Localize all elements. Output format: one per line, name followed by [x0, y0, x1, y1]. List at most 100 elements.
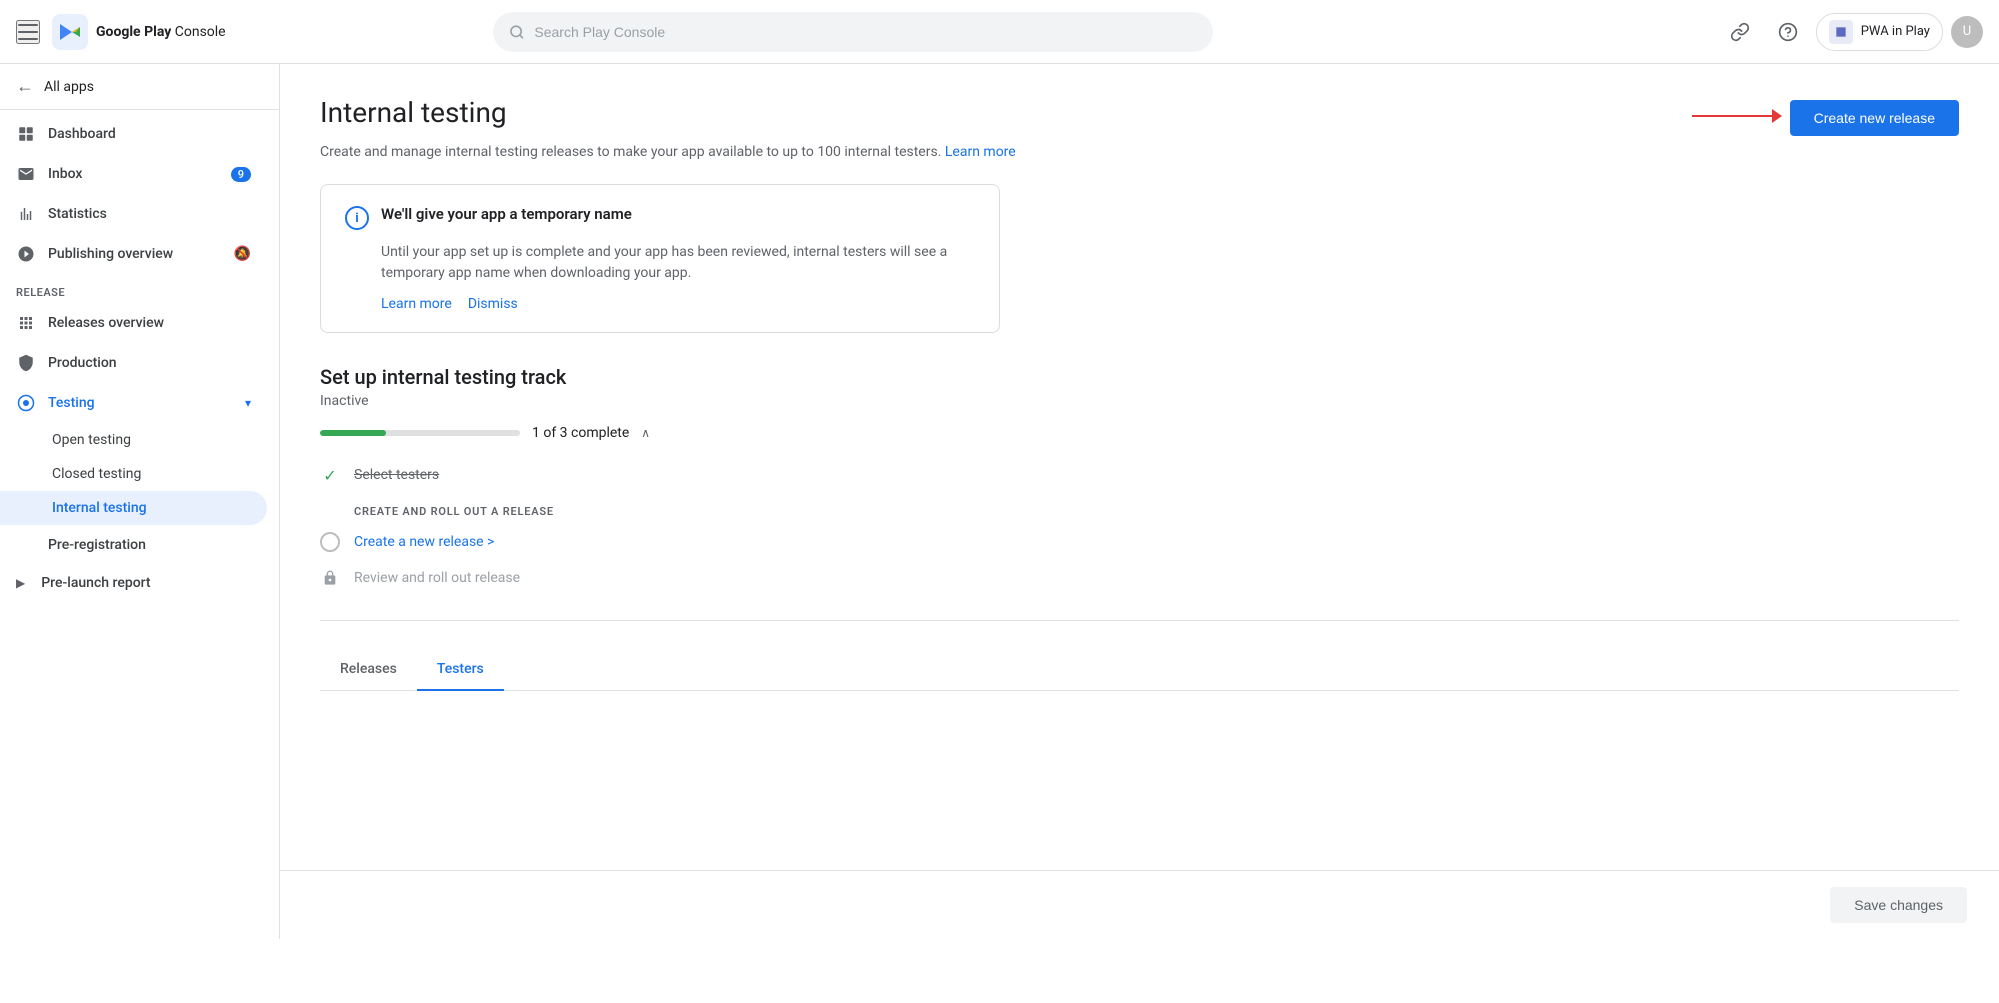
progress-bar-fill [320, 430, 386, 436]
step-item-select-testers: ✓ Select testers [320, 461, 1959, 489]
closed-testing-label: Closed testing [52, 466, 141, 482]
create-release-step-link[interactable]: Create a new release > [354, 534, 494, 550]
info-box: i We'll give your app a temporary name U… [320, 184, 1000, 333]
page-title: Internal testing [320, 96, 507, 129]
publishing-notif-icon: 🔕 [234, 246, 251, 262]
sidebar-inbox-label: Inbox [48, 166, 82, 182]
link-icon [1730, 22, 1750, 42]
inbox-badge: 9 [231, 167, 251, 182]
page-subtitle: Create and manage internal testing relea… [320, 144, 1959, 160]
sidebar-testing-label: Testing [48, 395, 95, 411]
release-section-label: Release [0, 274, 279, 303]
nav-right: PWA in Play U [1720, 12, 1983, 52]
info-dismiss-link[interactable]: Dismiss [468, 296, 518, 312]
step-label-create-release: Create a new release > [354, 534, 494, 550]
step-label-review-rollout: Review and roll out release [354, 570, 520, 586]
sidebar-sub-open-testing[interactable]: Open testing [0, 423, 267, 457]
setup-title: Set up internal testing track [320, 365, 1959, 389]
progress-bar [320, 430, 520, 436]
statistics-icon [16, 204, 36, 224]
progress-label: 1 of 3 complete [532, 425, 629, 441]
sidebar-item-statistics[interactable]: Statistics [0, 194, 267, 234]
releases-icon [16, 313, 36, 333]
section-divider [320, 620, 1959, 621]
logo-text: Google Play Console [96, 24, 226, 40]
bottom-bar: Save changes [280, 870, 1999, 939]
open-testing-label: Open testing [52, 432, 131, 448]
internal-testing-label: Internal testing [52, 500, 147, 516]
sidebar-item-inbox[interactable]: Inbox 9 [0, 154, 267, 194]
subtitle-learn-more-link[interactable]: Learn more [945, 144, 1016, 160]
sidebar-item-testing[interactable]: Testing ▾ [0, 383, 267, 423]
sidebar-item-pre-registration[interactable]: Pre-registration [0, 525, 267, 565]
step-lock-icon [320, 568, 340, 588]
progress-row: 1 of 3 complete ∧ [320, 425, 1959, 441]
create-rollout-label: CREATE AND ROLL OUT A RELEASE [320, 497, 1959, 520]
help-icon-button[interactable] [1768, 12, 1808, 52]
info-box-header: i We'll give your app a temporary name [345, 205, 975, 230]
search-bar[interactable] [493, 12, 1213, 52]
production-icon [16, 353, 36, 373]
step-circle-icon [320, 532, 340, 552]
hamburger-menu-button[interactable] [16, 20, 40, 44]
setup-status: Inactive [320, 393, 1959, 409]
create-new-release-button[interactable]: Create new release [1790, 100, 1959, 136]
pre-registration-label: Pre-registration [48, 537, 146, 553]
top-nav: Google Play Console PWA in Play [0, 0, 1999, 64]
app-chip-text: PWA in Play [1861, 24, 1930, 39]
info-box-actions: Learn more Dismiss [345, 296, 975, 312]
main-content: Internal testing Create new release Crea… [280, 64, 1999, 939]
back-arrow-icon: ← [16, 76, 34, 97]
step-item-review-rollout: Review and roll out release [320, 564, 1959, 592]
red-arrow [1692, 109, 1782, 123]
tab-testers[interactable]: Testers [417, 649, 504, 691]
sidebar: ← All apps Dashboard Inbox 9 Statistics … [0, 64, 280, 939]
search-icon [509, 24, 524, 40]
pre-launch-label: Pre-launch report [41, 575, 150, 591]
sidebar-publishing-label: Publishing overview [48, 246, 173, 262]
publishing-icon [16, 244, 36, 264]
sidebar-statistics-label: Statistics [48, 206, 107, 222]
testing-icon [16, 393, 36, 413]
page-header: Internal testing Create new release [320, 96, 1959, 136]
info-box-body: Until your app set up is complete and yo… [345, 242, 975, 284]
info-circle-icon: i [345, 206, 369, 230]
sidebar-item-production[interactable]: Production [0, 343, 267, 383]
info-learn-more-link[interactable]: Learn more [381, 296, 452, 312]
sidebar-dashboard-label: Dashboard [48, 126, 116, 142]
sidebar-item-pre-launch[interactable]: ▶ Pre-launch report [0, 565, 267, 601]
logo-link[interactable]: Google Play Console [52, 14, 226, 50]
create-release-wrapper: Create new release [1790, 96, 1959, 136]
sidebar-production-label: Production [48, 355, 117, 371]
pre-registration-icon [16, 535, 36, 555]
testing-chevron-icon: ▾ [245, 396, 251, 410]
link-icon-button[interactable] [1720, 12, 1760, 52]
tab-releases[interactable]: Releases [320, 649, 417, 691]
progress-chevron-icon[interactable]: ∧ [641, 426, 650, 440]
tabs-row: Releases Testers [320, 649, 1959, 691]
sidebar-item-dashboard[interactable]: Dashboard [0, 114, 267, 154]
pre-launch-expand-icon: ▶ [16, 576, 25, 590]
sidebar-item-publishing[interactable]: Publishing overview 🔕 [0, 234, 267, 274]
step-item-create-release: Create a new release > [320, 528, 1959, 556]
step-done-icon: ✓ [320, 465, 340, 485]
help-icon [1778, 22, 1798, 42]
info-box-title: We'll give your app a temporary name [381, 205, 632, 223]
all-apps-link[interactable]: ← All apps [0, 64, 279, 110]
sidebar-item-releases-overview[interactable]: Releases overview [0, 303, 267, 343]
search-input[interactable] [534, 24, 1197, 40]
red-arrow-line [1692, 115, 1772, 117]
all-apps-label: All apps [44, 79, 94, 95]
sidebar-releases-label: Releases overview [48, 315, 164, 331]
red-arrow-head [1772, 109, 1782, 123]
app-chip[interactable]: PWA in Play [1816, 13, 1943, 51]
sidebar-sub-internal-testing[interactable]: Internal testing [0, 491, 267, 525]
step-label-select-testers: Select testers [354, 467, 439, 483]
inbox-icon [16, 164, 36, 184]
play-console-logo-icon [52, 14, 88, 50]
save-changes-button[interactable]: Save changes [1830, 887, 1967, 923]
sidebar-sub-closed-testing[interactable]: Closed testing [0, 457, 267, 491]
avatar[interactable]: U [1951, 16, 1983, 48]
dashboard-icon [16, 124, 36, 144]
step-list: ✓ Select testers CREATE AND ROLL OUT A R… [320, 461, 1959, 592]
